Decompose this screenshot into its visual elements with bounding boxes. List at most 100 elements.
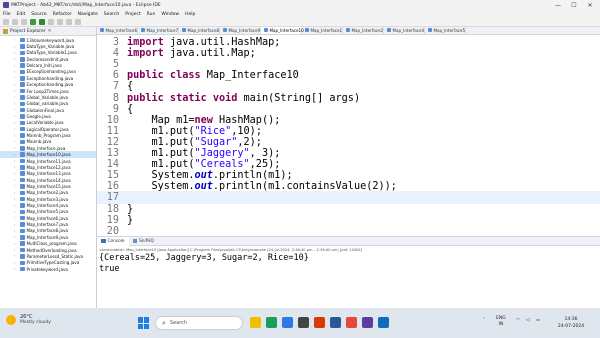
tree-item-label: Map_Interface7.java bbox=[26, 222, 69, 228]
debug-icon[interactable] bbox=[30, 19, 36, 25]
line-number: 20 bbox=[106, 225, 119, 236]
open-type-icon[interactable] bbox=[66, 19, 72, 25]
console-tabs: Console SnifHQ bbox=[97, 236, 600, 246]
menu-edit[interactable]: Edit bbox=[17, 12, 26, 17]
app-icon-blue[interactable] bbox=[378, 317, 389, 328]
tab-snifhq[interactable]: SnifHQ bbox=[129, 237, 158, 246]
menu-run[interactable]: Run bbox=[147, 12, 156, 17]
close-button[interactable]: ✕ bbox=[582, 0, 598, 10]
tree-item-label: Map_Interface10.java bbox=[26, 152, 71, 158]
java-file-icon bbox=[20, 107, 25, 113]
minimize-button[interactable]: — bbox=[550, 0, 566, 10]
new-java-class-icon[interactable] bbox=[57, 19, 63, 25]
editor-tab[interactable]: Map_Interface8 bbox=[179, 27, 220, 34]
java-file-icon bbox=[20, 228, 25, 234]
external-tools-icon[interactable] bbox=[48, 19, 54, 25]
chrome-icon[interactable] bbox=[346, 317, 357, 328]
tree-item-label: MethodOverloading.java bbox=[26, 247, 77, 253]
tree-item-label: Map_Interface13.java bbox=[26, 171, 71, 177]
tree-item-label: 13Volumekeyword.java bbox=[26, 37, 75, 43]
tree-item-label: Exceptionhanding.java bbox=[26, 75, 74, 81]
java-file-icon bbox=[20, 88, 25, 94]
java-file-icon bbox=[305, 28, 309, 32]
java-file-icon bbox=[20, 57, 25, 62]
java-file-icon bbox=[223, 28, 227, 32]
windows-start-icon[interactable] bbox=[138, 317, 150, 329]
java-file-icon bbox=[20, 146, 25, 151]
clock-date: 24-07-2024 bbox=[557, 324, 585, 329]
store-icon[interactable] bbox=[298, 317, 309, 328]
editor-tab[interactable]: Map_Interface7 bbox=[138, 27, 179, 34]
java-file-icon bbox=[20, 126, 25, 132]
app-icon-green[interactable] bbox=[266, 317, 277, 328]
editor-tab[interactable]: Map_Interface6 bbox=[97, 27, 138, 34]
menu-navigate[interactable]: Navigate bbox=[78, 12, 98, 17]
tab-console[interactable]: Console bbox=[97, 236, 129, 246]
weather-widget[interactable]: 26°C Mostly cloudy bbox=[6, 314, 51, 326]
taskbar-search[interactable]: ⌕ Search bbox=[155, 316, 243, 330]
edge-icon[interactable] bbox=[282, 317, 293, 328]
java-file-icon bbox=[20, 222, 25, 227]
run-icon[interactable] bbox=[39, 19, 45, 25]
language-indicator[interactable]: ENG IN bbox=[496, 316, 506, 328]
editor-tab[interactable]: Map_Interface1 bbox=[302, 27, 343, 34]
tree-item-label: MultiClass_program.java bbox=[26, 241, 77, 247]
tree-item-label: Map_Interface12.java bbox=[26, 164, 71, 170]
maximize-button[interactable]: ☐ bbox=[566, 0, 582, 10]
editor-tab[interactable]: Map_Interface5 bbox=[425, 27, 466, 34]
java-file-icon bbox=[182, 28, 186, 32]
java-file-icon bbox=[20, 139, 25, 145]
java-file-icon bbox=[20, 215, 25, 221]
print-icon[interactable] bbox=[21, 19, 27, 25]
menu-help[interactable]: Help bbox=[185, 12, 195, 17]
battery-icon[interactable]: ▭ bbox=[536, 318, 540, 323]
office-icon[interactable] bbox=[314, 317, 325, 328]
tree-item-label: EExceptionhanding.java bbox=[26, 69, 76, 75]
editor-tab-label: Map_Interface5 bbox=[433, 27, 466, 33]
window-titlebar: MKTProject - Ab42_MKT/src/dd/i/Map_Inter… bbox=[0, 0, 600, 10]
editor-tab[interactable]: Map_Interface2 bbox=[343, 27, 384, 34]
eclipse-taskbar-icon[interactable] bbox=[362, 317, 373, 328]
java-file-icon bbox=[20, 203, 25, 208]
code-editor[interactable]: 3 import java.util.HashMap; 4 import java.u… bbox=[97, 35, 600, 236]
clock-time: 14:36 bbox=[564, 317, 578, 322]
window-title: MKTProject - Ab42_MKT/src/dd/i/Map_Inter… bbox=[11, 2, 161, 8]
editor-tab-label: Map_Interface4 bbox=[392, 27, 425, 33]
tree-item-label: Mainnb_Program.java bbox=[26, 133, 71, 139]
clock[interactable]: 14:36 24-07-2024 bbox=[554, 316, 588, 330]
wifi-icon[interactable]: ◠ bbox=[516, 318, 520, 323]
project-explorer-title[interactable]: Project Explorer bbox=[10, 29, 46, 34]
editor-tab[interactable]: Map_Interface4 bbox=[384, 27, 425, 34]
close-icon[interactable]: ✕ bbox=[48, 29, 52, 34]
tree-item-label: LogicalOperator.java bbox=[26, 126, 69, 132]
tray-chevron-icon[interactable]: ˄ bbox=[483, 318, 485, 323]
tree-item[interactable]: › Privatekeyword.java bbox=[0, 266, 96, 272]
volume-icon[interactable]: ◁ bbox=[526, 318, 529, 323]
java-file-icon bbox=[20, 82, 25, 87]
editor-tab[interactable]: Map_Interface10 bbox=[261, 27, 304, 34]
java-file-icon bbox=[20, 63, 25, 68]
tree-item-label: Map_Interface14.java bbox=[26, 177, 71, 183]
console-panel: Console SnifHQ <terminated> Map_Interfac… bbox=[97, 236, 600, 308]
java-file-icon bbox=[20, 266, 25, 272]
java-file-icon bbox=[20, 196, 25, 202]
java-file-icon bbox=[20, 37, 25, 43]
menu-file[interactable]: File bbox=[3, 12, 11, 17]
tab-console-label: Console bbox=[107, 238, 125, 244]
search-icon[interactable] bbox=[75, 19, 81, 25]
editor-tab[interactable]: Map_Interface9 bbox=[220, 27, 261, 34]
java-file-icon bbox=[387, 28, 391, 32]
console-status: <terminated> Map_Interface10 [Java Appli… bbox=[99, 247, 363, 252]
file-explorer-icon[interactable] bbox=[250, 317, 261, 328]
editor-tab-label: Map_Interface2 bbox=[351, 27, 384, 33]
menu-window[interactable]: Window bbox=[161, 12, 179, 17]
menu-search[interactable]: Search bbox=[104, 12, 119, 17]
menu-project[interactable]: Project bbox=[125, 12, 140, 17]
project-explorer: Project Explorer ✕ › 13Volumekeyword.java… bbox=[0, 27, 97, 308]
new-icon[interactable] bbox=[3, 19, 9, 25]
menu-source[interactable]: Source bbox=[31, 12, 46, 17]
java-file-icon bbox=[20, 114, 25, 119]
menu-refactor[interactable]: Refactor bbox=[53, 12, 72, 17]
word-icon[interactable] bbox=[330, 317, 341, 328]
save-icon[interactable] bbox=[12, 19, 18, 25]
